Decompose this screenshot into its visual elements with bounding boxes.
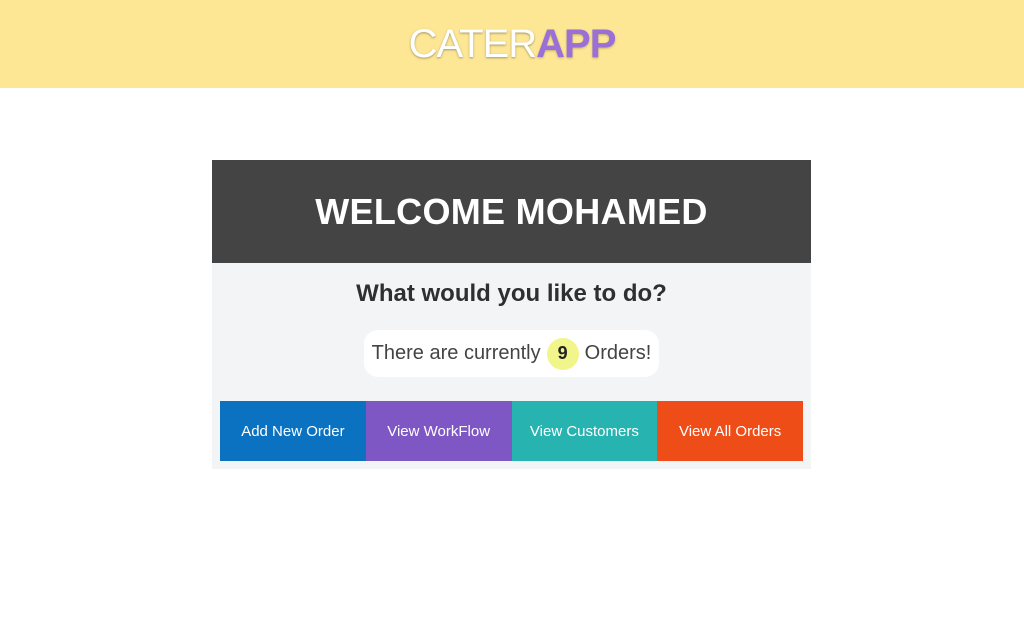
app-logo[interactable]: CATER APP xyxy=(408,22,617,66)
logo-text-light: CATER xyxy=(408,22,538,66)
add-new-order-button[interactable]: Add New Order xyxy=(220,401,366,461)
view-all-orders-button[interactable]: View All Orders xyxy=(657,401,803,461)
action-buttons: Add New Order View WorkFlow View Custome… xyxy=(220,401,803,461)
top-bar: CATER APP xyxy=(0,0,1024,88)
orders-count-badge: 9 xyxy=(546,337,579,370)
orders-count-pill: There are currently 9 Orders! xyxy=(364,330,659,377)
view-customers-button[interactable]: View Customers xyxy=(511,401,658,461)
orders-suffix-text: Orders! xyxy=(584,342,652,364)
card-header: WELCOME MOHAMED xyxy=(212,160,811,263)
orders-prefix-text: There are currently xyxy=(371,342,541,364)
welcome-title: WELCOME MOHAMED xyxy=(315,190,708,232)
logo-text-bold: APP xyxy=(536,22,616,66)
action-prompt: What would you like to do? xyxy=(356,280,667,307)
view-workflow-button[interactable]: View WorkFlow xyxy=(365,401,512,461)
dashboard-card: WELCOME MOHAMED What would you like to d… xyxy=(212,160,811,469)
